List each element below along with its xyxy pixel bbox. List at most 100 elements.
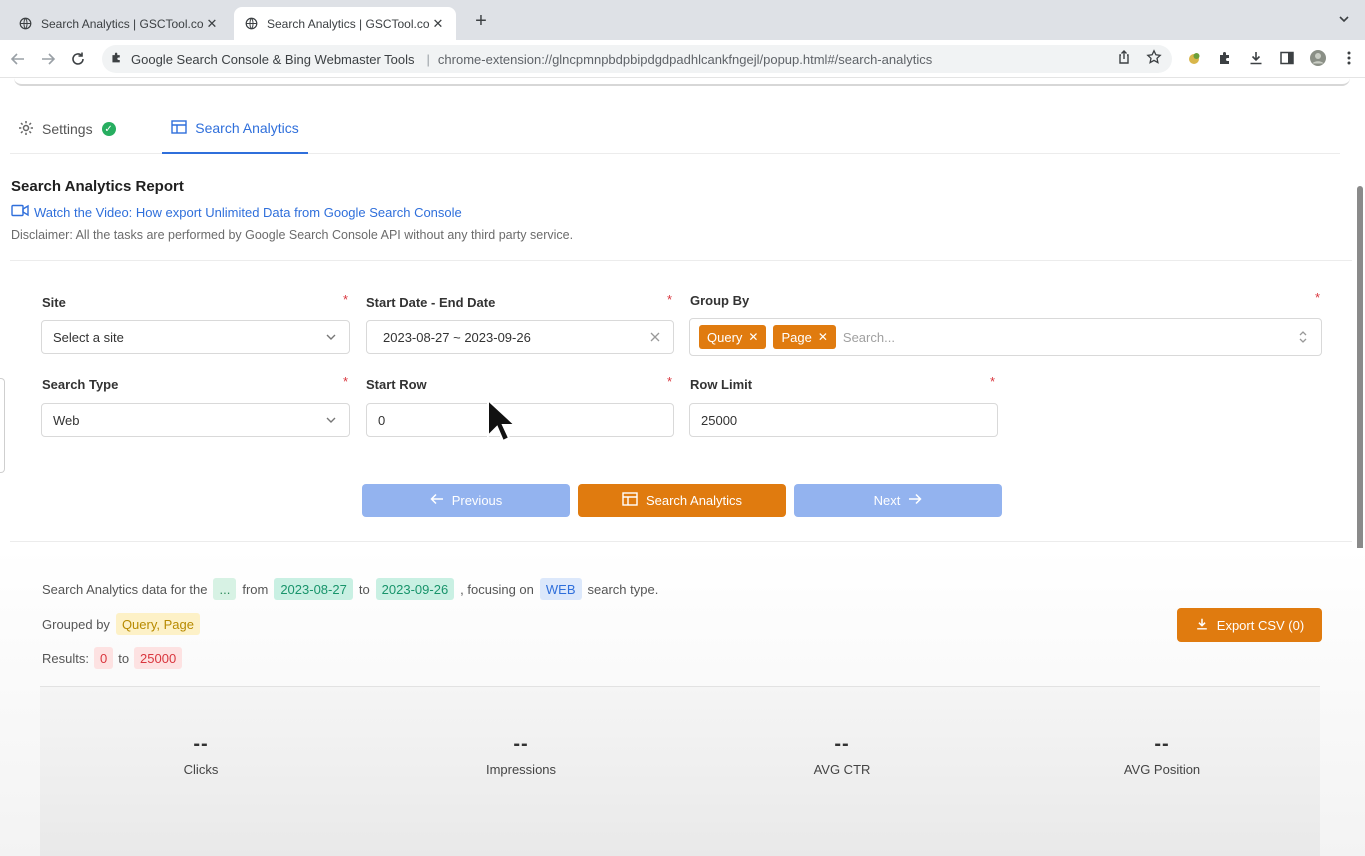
required-marker: * [667, 292, 673, 307]
chevron-down-icon [324, 413, 338, 427]
page-title: Search Analytics Report [11, 178, 184, 195]
stat-value: -- [193, 733, 209, 755]
group-by-multiselect[interactable]: Query ✕ Page ✕ Search... [689, 318, 1322, 356]
omnibox-actions [1116, 49, 1162, 68]
group-by-label: Group By [690, 293, 750, 308]
extension-name: Google Search Console & Bing Webmaster T… [131, 51, 415, 67]
chip-label: Page [781, 329, 812, 345]
kebab-menu-icon[interactable] [1340, 49, 1358, 67]
start-row-input[interactable]: 0 [366, 403, 674, 437]
search-type-select[interactable]: Web [41, 403, 350, 437]
browser-tab-title: Search Analytics | GSCTool.co [41, 16, 204, 31]
next-button[interactable]: Next [794, 484, 1002, 517]
browser-toolbar: Google Search Console & Bing Webmaster T… [0, 40, 1365, 78]
puzzle-icon[interactable] [1216, 49, 1234, 67]
export-csv-button[interactable]: Export CSV (0) [1177, 608, 1322, 642]
video-link[interactable]: Watch the Video: How export Unlimited Da… [11, 204, 462, 220]
browser-tab-2[interactable]: Search Analytics | GSCTool.co ✕ [234, 7, 456, 40]
search-analytics-button[interactable]: Search Analytics [578, 484, 786, 517]
table-icon [622, 492, 646, 509]
site-select[interactable]: Select a site [41, 320, 350, 354]
video-link-text: Watch the Video: How export Unlimited Da… [34, 204, 462, 220]
stat-impressions: -- Impressions [421, 733, 621, 777]
row-limit-label: Row Limit [690, 377, 753, 392]
page-url: chrome-extension://glncpmnpbdpbipdgdpadh… [437, 51, 933, 67]
previous-label: Previous [451, 493, 503, 508]
browser-tab-1[interactable]: Search Analytics | GSCTool.co ✕ [8, 7, 230, 40]
close-icon[interactable]: ✕ [430, 16, 446, 32]
summary-from: from [242, 581, 269, 597]
close-icon[interactable]: ✕ [818, 330, 828, 344]
previous-button[interactable]: Previous [362, 484, 570, 517]
disclaimer-text: Disclaimer: All the tasks are performed … [11, 228, 574, 242]
results-to-word: to [118, 650, 130, 666]
sort-arrows-icon [1296, 330, 1310, 344]
tab-settings[interactable]: Settings ✓ [18, 104, 116, 154]
chip-label: Query [707, 329, 743, 345]
search-type-value: Web [53, 412, 80, 428]
date-range-value: 2023-08-27 ~ 2023-09-26 [383, 329, 531, 345]
date-range-picker[interactable]: 2023-08-27 ~ 2023-09-26 [366, 320, 674, 354]
site-select-value: Select a site [53, 329, 124, 345]
scrollbar[interactable] [1357, 186, 1363, 556]
download-icon[interactable] [1247, 49, 1265, 67]
summary-start-date-tag: 2023-08-27 [274, 578, 353, 600]
row-limit-input[interactable]: 25000 [689, 403, 998, 437]
browser-tab-title: Search Analytics | GSCTool.co [267, 16, 430, 31]
share-icon[interactable] [1116, 49, 1132, 68]
browser-tab-bar: Search Analytics | GSCTool.co ✕ Search A… [0, 0, 1365, 40]
next-label: Next [873, 493, 901, 508]
results-range-line: Results: 0 to 25000 [42, 647, 187, 669]
profile-avatar-icon[interactable] [1309, 49, 1327, 67]
grouped-by-line: Grouped by Query, Page [42, 613, 206, 635]
clear-icon[interactable] [648, 330, 662, 344]
download-icon [1195, 617, 1217, 634]
results-from-tag: 0 [93, 647, 114, 669]
row-limit-value: 25000 [701, 412, 738, 428]
required-marker: * [343, 374, 349, 389]
required-marker: * [667, 374, 673, 389]
stat-avg-ctr: -- AVG CTR [742, 733, 942, 777]
required-marker: * [343, 292, 349, 307]
omnibox-separator: | [426, 51, 430, 67]
divider [0, 378, 5, 473]
required-marker: * [1315, 290, 1321, 305]
forward-arrow-icon[interactable] [38, 49, 58, 69]
address-bar[interactable]: Google Search Console & Bing Webmaster T… [102, 45, 1172, 73]
search-analytics-label: Search Analytics [645, 493, 743, 508]
page-tabs: Settings ✓ Search Analytics [10, 104, 1340, 154]
new-tab-button[interactable]: + [470, 10, 492, 32]
summary-focusing: , focusing on [460, 581, 534, 597]
search-type-label: Search Type [42, 377, 119, 392]
tab-search-analytics[interactable]: Search Analytics [162, 104, 308, 154]
export-label: Export CSV (0) [1216, 617, 1305, 633]
side-panel-icon[interactable] [1278, 49, 1296, 67]
star-icon[interactable] [1146, 49, 1162, 68]
extension-popup-page: Settings ✓ Search Analytics Search Analy… [0, 78, 1365, 856]
group-chip-page[interactable]: Page ✕ [773, 325, 836, 349]
puzzle-icon [110, 51, 123, 67]
summary-prefix: Search Analytics data for the [42, 581, 208, 597]
site-label: Site [42, 295, 66, 310]
reload-icon[interactable] [68, 49, 88, 69]
divider [14, 78, 1350, 86]
chevron-down-icon [324, 330, 338, 344]
back-arrow-icon[interactable] [8, 49, 28, 69]
group-chip-query[interactable]: Query ✕ [699, 325, 767, 349]
results-to-tag: 25000 [134, 647, 183, 669]
stat-clicks: -- Clicks [101, 733, 301, 777]
summary-end-date-tag: 2023-09-26 [375, 578, 455, 600]
extension-icon[interactable] [1185, 49, 1203, 67]
summary-site-tag: ... [213, 578, 237, 600]
start-row-label: Start Row [366, 377, 427, 392]
group-by-search-input[interactable]: Search... [843, 330, 895, 345]
stat-label: AVG Position [1123, 762, 1201, 777]
video-camera-icon [11, 204, 34, 220]
close-icon[interactable]: ✕ [748, 330, 758, 344]
globe-icon [244, 17, 258, 31]
mouse-cursor-icon [486, 397, 518, 444]
close-icon[interactable]: ✕ [204, 16, 220, 32]
chevron-down-icon[interactable] [1337, 12, 1353, 28]
summary-type-tag: WEB [539, 578, 582, 600]
arrow-left-icon [430, 493, 452, 508]
